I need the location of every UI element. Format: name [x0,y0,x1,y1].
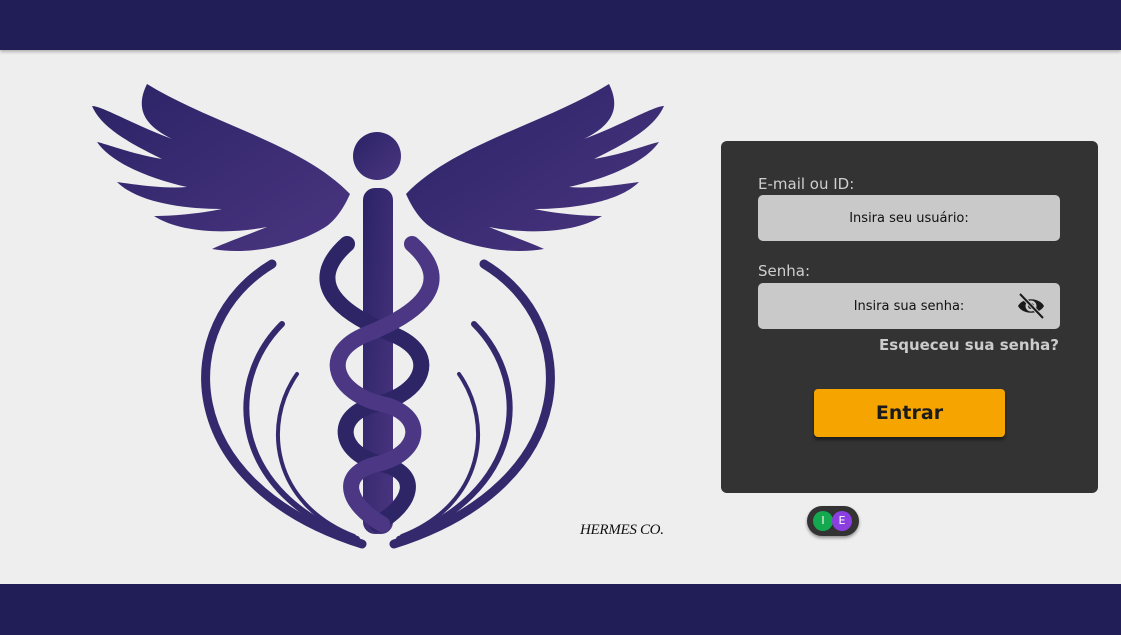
forgot-password-link[interactable]: Esqueceu sua senha? [879,336,1059,354]
top-header-bar [0,0,1121,50]
brand-name: HERMES CO. [580,522,664,538]
email-field[interactable] [758,195,1060,241]
login-button[interactable]: Entrar [814,389,1005,437]
language-toggle: I E [807,506,859,536]
eye-slash-icon[interactable] [1016,292,1046,320]
email-field-container [758,195,1060,241]
language-option-e[interactable]: E [832,511,852,531]
language-option-i[interactable]: I [813,511,833,531]
email-label: E-mail ou ID: [758,175,855,193]
password-label: Senha: [758,262,811,280]
password-field-container [758,283,1060,329]
caduceus-logo [92,84,664,549]
login-card: E-mail ou ID: Senha: Esqueceu sua senha?… [721,141,1098,493]
bottom-footer-bar [0,584,1121,635]
password-field[interactable] [758,283,1060,329]
